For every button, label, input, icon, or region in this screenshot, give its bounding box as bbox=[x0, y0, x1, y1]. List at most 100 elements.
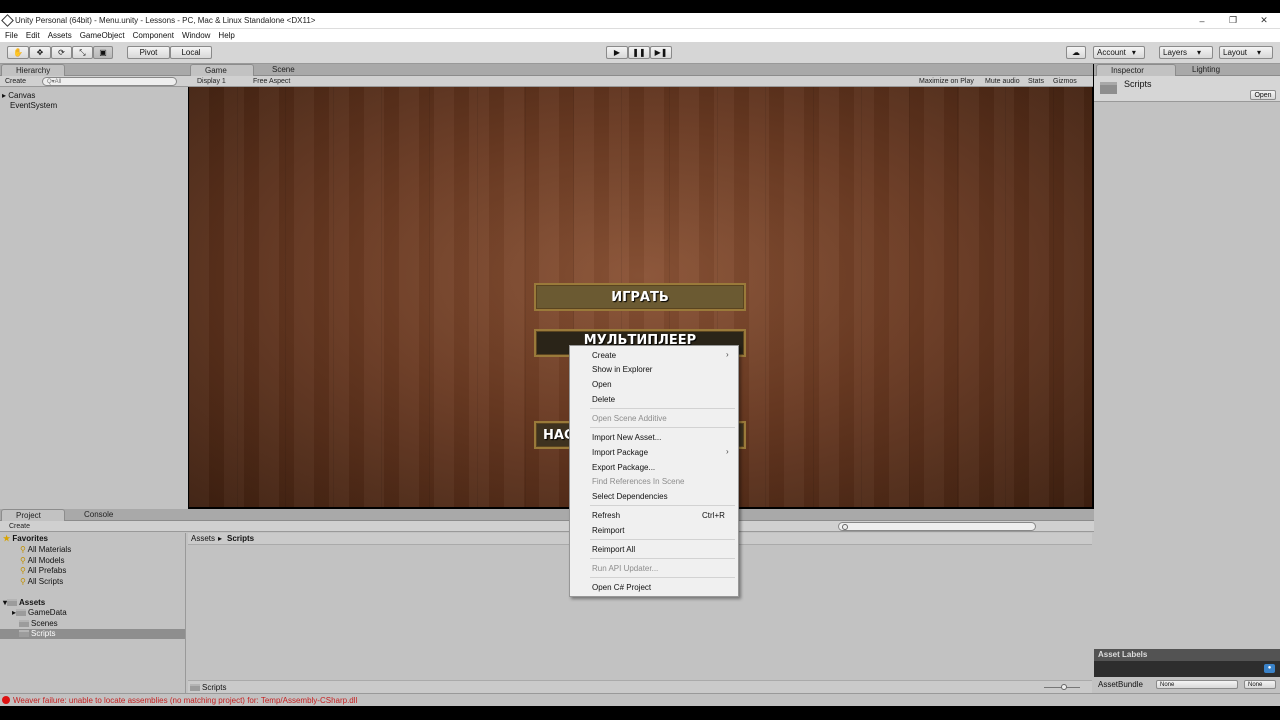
favorite-all-models[interactable]: ⚲ All Models bbox=[20, 556, 65, 565]
favorites-node[interactable]: ★ Favorites bbox=[3, 534, 48, 543]
folder-icon bbox=[19, 630, 29, 638]
folder-gamedata[interactable]: ▸ GameData bbox=[12, 608, 67, 617]
display-dropdown[interactable]: Display 1 bbox=[194, 77, 229, 86]
menu-item-create[interactable]: Create bbox=[592, 351, 616, 360]
hierarchy-panel: Hierarchy Create ▸ Canvas EventSystem bbox=[0, 64, 188, 509]
menu-separator bbox=[590, 505, 735, 506]
menu-item-open-scene-additive: Open Scene Additive bbox=[592, 414, 667, 423]
project-create-button[interactable]: Create bbox=[6, 522, 33, 531]
play-game-button[interactable]: ИГРАТЬ bbox=[534, 283, 746, 311]
hierarchy-create-button[interactable]: Create bbox=[2, 77, 29, 86]
step-button[interactable]: ▶❚ bbox=[650, 46, 672, 59]
hierarchy-search-input[interactable] bbox=[42, 77, 177, 86]
hierarchy-item-eventsystem[interactable]: EventSystem bbox=[10, 101, 57, 110]
menu-window[interactable]: Window bbox=[182, 31, 210, 40]
tab-hierarchy[interactable]: Hierarchy bbox=[1, 64, 65, 76]
tag-icon[interactable]: ● bbox=[1264, 664, 1275, 673]
assets-node[interactable]: ▾ Assets bbox=[3, 598, 45, 607]
breadcrumb-assets[interactable]: Assets bbox=[191, 534, 215, 543]
folder-label: GameData bbox=[28, 608, 67, 617]
favorite-all-materials[interactable]: ⚲ All Materials bbox=[20, 545, 71, 554]
aspect-dropdown[interactable]: Free Aspect bbox=[250, 77, 293, 86]
local-button[interactable]: Local bbox=[170, 46, 212, 59]
menu-edit[interactable]: Edit bbox=[26, 31, 40, 40]
search-folder-icon: ⚲ bbox=[20, 566, 26, 575]
menu-item-reimport[interactable]: Reimport bbox=[592, 526, 624, 535]
menu-separator bbox=[590, 558, 735, 559]
rect-icon: ▣ bbox=[99, 48, 107, 57]
project-tabbar: Project Console bbox=[0, 509, 1094, 521]
hand-tool-button[interactable]: ✋ bbox=[7, 46, 29, 59]
search-icon bbox=[842, 524, 848, 530]
hierarchy-item-canvas[interactable]: ▸ Canvas bbox=[2, 91, 35, 100]
menu-item-refresh[interactable]: Refresh bbox=[592, 511, 620, 520]
menu-component[interactable]: Component bbox=[133, 31, 174, 40]
tab-lighting[interactable]: Lighting bbox=[1178, 64, 1248, 76]
move-tool-button[interactable]: ✥ bbox=[29, 46, 51, 59]
favorite-label: All Materials bbox=[27, 545, 72, 554]
zoom-slider-handle[interactable] bbox=[1061, 684, 1067, 690]
layout-dropdown[interactable]: Layout ▾ bbox=[1219, 46, 1273, 59]
pivot-button[interactable]: Pivot bbox=[127, 46, 170, 59]
menu-item-select-dependencies[interactable]: Select Dependencies bbox=[592, 492, 668, 501]
favorite-label: All Scripts bbox=[27, 577, 64, 586]
mute-audio-toggle[interactable]: Mute audio bbox=[982, 77, 1023, 86]
breadcrumb-scripts[interactable]: Scripts bbox=[227, 534, 254, 543]
rect-tool-button[interactable]: ▣ bbox=[93, 46, 113, 59]
restore-button[interactable]: ❐ bbox=[1218, 14, 1248, 27]
favorite-all-scripts[interactable]: ⚲ All Scripts bbox=[20, 577, 63, 586]
menu-item-find-references: Find References In Scene bbox=[592, 477, 685, 486]
tab-project[interactable]: Project bbox=[1, 509, 65, 521]
favorite-label: All Models bbox=[27, 556, 65, 565]
chevron-down-icon: ▾ bbox=[1197, 48, 1202, 57]
tab-inspector[interactable]: Inspector bbox=[1096, 64, 1176, 76]
game-tabbar: Game Scene bbox=[188, 64, 1093, 76]
project-search-input[interactable] bbox=[838, 522, 1036, 531]
cloud-button[interactable]: ☁ bbox=[1066, 46, 1086, 59]
menu-gameobject[interactable]: GameObject bbox=[80, 31, 125, 40]
inspector-tabbar: Inspector Lighting bbox=[1094, 64, 1280, 76]
gizmos-dropdown[interactable]: Gizmos bbox=[1050, 77, 1080, 86]
maximize-on-play-toggle[interactable]: Maximize on Play bbox=[916, 77, 977, 86]
menu-file[interactable]: File bbox=[5, 31, 18, 40]
menu-help[interactable]: Help bbox=[218, 31, 234, 40]
minimize-button[interactable]: – bbox=[1187, 14, 1217, 27]
favorite-all-prefabs[interactable]: ⚲ All Prefabs bbox=[20, 566, 66, 575]
menu-item-open[interactable]: Open bbox=[592, 380, 612, 389]
asset-variant-dropdown[interactable]: None bbox=[1244, 680, 1276, 689]
menu-item-delete[interactable]: Delete bbox=[592, 395, 615, 404]
tab-scene[interactable]: Scene bbox=[258, 64, 318, 76]
favorite-label: All Prefabs bbox=[27, 566, 67, 575]
account-dropdown[interactable]: Account ▾ bbox=[1093, 46, 1145, 59]
menu-assets[interactable]: Assets bbox=[48, 31, 72, 40]
asset-bundle-dropdown[interactable]: None bbox=[1156, 680, 1238, 689]
folder-label: Scenes bbox=[31, 619, 58, 628]
rotate-tool-button[interactable]: ⟳ bbox=[51, 46, 72, 59]
menu-item-show-in-explorer[interactable]: Show in Explorer bbox=[592, 365, 652, 374]
menu-item-open-csharp-project[interactable]: Open C# Project bbox=[592, 583, 651, 592]
menu-item-import-package[interactable]: Import Package bbox=[592, 448, 648, 457]
hand-icon: ✋ bbox=[13, 48, 23, 57]
asset-labels-title: Asset Labels bbox=[1094, 649, 1280, 661]
menu-separator bbox=[590, 539, 735, 540]
folder-scenes[interactable]: Scenes bbox=[19, 619, 58, 628]
inspector-open-button[interactable]: Open bbox=[1250, 90, 1276, 100]
menu-item-export-package[interactable]: Export Package... bbox=[592, 463, 655, 472]
scale-icon: ⤡ bbox=[79, 47, 86, 57]
folder-icon bbox=[1100, 82, 1117, 94]
tab-game[interactable]: Game bbox=[190, 64, 254, 76]
menu-item-import-new-asset[interactable]: Import New Asset... bbox=[592, 433, 661, 442]
error-icon bbox=[2, 696, 10, 704]
menu-item-reimport-all[interactable]: Reimport All bbox=[592, 545, 635, 554]
stats-toggle[interactable]: Stats bbox=[1025, 77, 1047, 86]
window-title: Unity Personal (64bit) - Menu.unity - Le… bbox=[15, 16, 316, 25]
status-bar[interactable]: Weaver failure: unable to locate assembl… bbox=[0, 693, 1280, 706]
play-button[interactable]: ▶ bbox=[606, 46, 628, 59]
layers-dropdown[interactable]: Layers ▾ bbox=[1159, 46, 1213, 59]
tab-console[interactable]: Console bbox=[70, 509, 130, 521]
close-button[interactable]: ✕ bbox=[1249, 14, 1279, 27]
pause-button[interactable]: ❚❚ bbox=[628, 46, 650, 59]
submenu-arrow-icon: › bbox=[726, 447, 729, 456]
folder-scripts[interactable]: Scripts bbox=[19, 629, 55, 638]
scale-tool-button[interactable]: ⤡ bbox=[72, 46, 93, 59]
